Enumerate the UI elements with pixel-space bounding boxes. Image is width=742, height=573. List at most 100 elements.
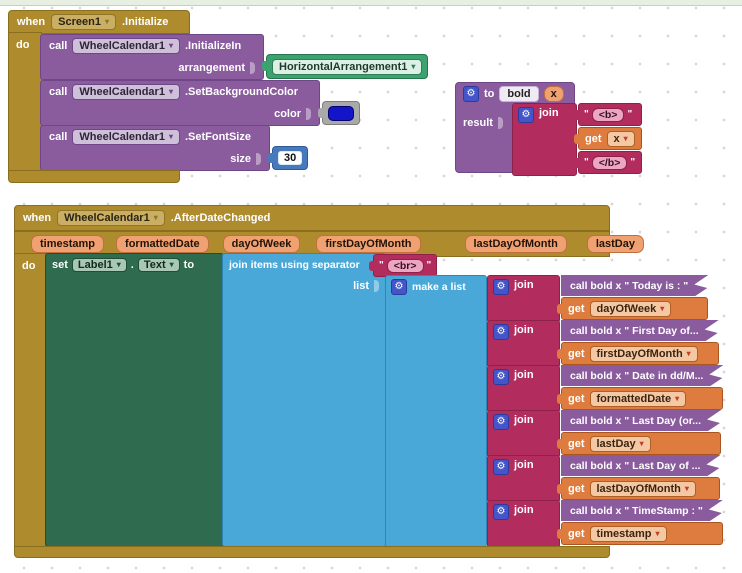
arg-label-color: color: [274, 108, 301, 120]
dropdown-text-property[interactable]: Text ▾: [138, 258, 180, 272]
chevron-down-icon: ▾: [675, 395, 679, 403]
number-block-30[interactable]: 30: [272, 146, 308, 170]
join-block-bold-result[interactable]: ⚙ join " <b> " get x ▾ " </b> ": [512, 103, 642, 176]
chevron-down-icon: ▾: [656, 530, 660, 538]
dropdown-wheelcalendar1[interactable]: WheelCalendar1 ▾: [57, 210, 165, 226]
chevron-down-icon: ▾: [660, 305, 664, 313]
call-block-initializein[interactable]: call WheelCalendar1 ▾ .InitializeIn arra…: [40, 34, 264, 80]
result-label: result: [463, 117, 493, 129]
gear-icon[interactable]: ⚙: [518, 107, 534, 123]
param-pill-lastday[interactable]: lastDay: [587, 235, 644, 253]
dropdown-var[interactable]: firstDayOfMonth ▾: [590, 346, 698, 362]
gear-icon[interactable]: ⚙: [493, 324, 509, 340]
value-socket: [306, 108, 311, 120]
chevron-down-icon: ▾: [685, 485, 689, 493]
make-a-list-block[interactable]: ⚙ make a list: [385, 275, 487, 547]
chevron-down-icon: ▾: [169, 88, 173, 96]
string-block-open-b[interactable]: " <b> ": [578, 103, 642, 126]
procedure-block-bold[interactable]: ⚙ to bold x result ⚙ join " <b> " get x: [455, 82, 575, 173]
collapsed-call-bold-firstday[interactable]: call bold x " First Day of...: [561, 320, 719, 341]
join-label: join: [514, 279, 534, 291]
join-row-3[interactable]: ⚙ join call bold x " Date in dd/M... get…: [487, 365, 723, 413]
dropdown-var[interactable]: dayOfWeek ▾: [590, 301, 672, 317]
get-block-firstdayofmonth[interactable]: get firstDayOfMonth ▾: [561, 342, 719, 365]
call-block-setfontsize[interactable]: call WheelCalendar1 ▾ .SetFontSize size: [40, 125, 270, 171]
get-label: get: [568, 348, 585, 360]
dropdown-wheelcalendar1[interactable]: WheelCalendar1 ▾: [72, 84, 180, 100]
param-pill-dayofweek[interactable]: dayOfWeek: [223, 235, 301, 253]
dropdown-var-x[interactable]: x ▾: [607, 131, 635, 147]
event-header[interactable]: when Screen1 ▾ .Initialize: [8, 10, 190, 34]
component-block-horizontalarrangement1[interactable]: HorizontalArrangement1 ▾: [266, 54, 428, 79]
number-field[interactable]: 30: [278, 151, 302, 165]
dropdown-value: firstDayOfMonth: [597, 348, 683, 360]
chevron-down-icon: ▾: [411, 63, 415, 71]
set-label: set: [52, 259, 68, 271]
color-swatch[interactable]: [328, 106, 354, 121]
dropdown-wheelcalendar1[interactable]: WheelCalendar1 ▾: [72, 129, 180, 145]
dropdown-wheelcalendar1[interactable]: WheelCalendar1 ▾: [72, 38, 180, 54]
join-row-5[interactable]: ⚙ join call bold x " Last Day of ... get…: [487, 455, 720, 503]
color-block-blue[interactable]: [322, 101, 360, 125]
join-row-4[interactable]: ⚙ join call bold x " Last Day (or... get…: [487, 410, 721, 458]
dropdown-var[interactable]: lastDayOfMonth ▾: [590, 481, 696, 497]
event-block-afterdatechanged[interactable]: when WheelCalendar1 ▾ .AfterDateChanged …: [14, 205, 608, 257]
gear-icon[interactable]: ⚙: [493, 369, 509, 385]
string-field[interactable]: <b>: [592, 108, 625, 122]
param-pill-lastdayofmonth[interactable]: lastDayOfMonth: [465, 235, 567, 253]
string-block-close-b[interactable]: " </b> ": [578, 151, 642, 174]
gear-icon[interactable]: ⚙: [463, 86, 479, 102]
set-block-label1-text[interactable]: set Label1 ▾ . Text ▾ to: [45, 253, 224, 547]
gear-icon[interactable]: ⚙: [493, 459, 509, 475]
string-field[interactable]: </b>: [592, 156, 628, 170]
collapsed-call-bold-lastday-ord[interactable]: call bold x " Last Day (or...: [561, 410, 721, 431]
collapsed-call-bold-today[interactable]: call bold x " Today is : ": [561, 275, 708, 296]
param-pill-formatteddate[interactable]: formattedDate: [116, 235, 209, 253]
procedure-name-field[interactable]: bold: [499, 86, 538, 102]
dropdown-var[interactable]: timestamp ▾: [590, 526, 667, 542]
gear-icon[interactable]: ⚙: [493, 414, 509, 430]
get-block-dayofweek[interactable]: get dayOfWeek ▾: [561, 297, 708, 320]
get-block-lastday[interactable]: get lastDay ▾: [561, 432, 721, 455]
string-block-br-separator[interactable]: " <br> ": [373, 254, 437, 277]
event-name-label: .Initialize: [122, 16, 168, 28]
chevron-down-icon: ▾: [169, 133, 173, 141]
dropdown-var[interactable]: formattedDate ▾: [590, 391, 687, 407]
dropdown-horizontalarrangement1[interactable]: HorizontalArrangement1 ▾: [272, 59, 422, 75]
value-socket: [250, 62, 255, 74]
dropdown-value: lastDayOfMonth: [597, 483, 681, 495]
gear-icon[interactable]: ⚙: [391, 279, 407, 295]
quote-mark: ": [584, 157, 589, 168]
collapsed-call-bold-lastdayof[interactable]: call bold x " Last Day of ...: [561, 455, 720, 476]
event-header[interactable]: when WheelCalendar1 ▾ .AfterDateChanged: [14, 205, 610, 231]
dropdown-screen1[interactable]: Screen1 ▾: [51, 14, 116, 30]
call-block-setbackgroundcolor[interactable]: call WheelCalendar1 ▾ .SetBackgroundColo…: [40, 80, 320, 126]
dropdown-var[interactable]: lastDay ▾: [590, 436, 651, 452]
join-row-1[interactable]: ⚙ join call bold x " Today is : " get da…: [487, 275, 708, 323]
quote-mark: ": [627, 109, 632, 120]
event-block-screen1-initialize[interactable]: when Screen1 ▾ .Initialize do call Wheel…: [8, 10, 190, 34]
dropdown-value: Text: [144, 259, 166, 271]
gear-icon[interactable]: ⚙: [493, 504, 509, 520]
join-items-block[interactable]: join items using separator list: [222, 253, 386, 547]
join-row-6[interactable]: ⚙ join call bold x " TimeStamp : " get t…: [487, 500, 723, 548]
string-field[interactable]: <br>: [387, 259, 424, 273]
collapsed-call-bold-dateformat[interactable]: call bold x " Date in dd/M...: [561, 365, 723, 386]
dropdown-value: HorizontalArrangement1: [279, 61, 407, 73]
param-pill-firstdayofmonth[interactable]: firstDayOfMonth: [316, 235, 420, 253]
get-block-lastdayofmonth[interactable]: get lastDayOfMonth ▾: [561, 477, 720, 500]
chevron-down-icon: ▾: [154, 214, 158, 222]
dropdown-label1[interactable]: Label1 ▾: [72, 258, 127, 272]
gear-icon[interactable]: ⚙: [493, 279, 509, 295]
param-pill-timestamp[interactable]: timestamp: [31, 235, 104, 253]
arg-label-size: size: [230, 153, 251, 165]
param-pill-x[interactable]: x: [544, 86, 564, 102]
dropdown-value: lastDay: [597, 438, 636, 450]
dropdown-value: Label1: [78, 259, 113, 271]
get-block-x[interactable]: get x ▾: [578, 127, 642, 150]
get-block-formatteddate[interactable]: get formattedDate ▾: [561, 387, 723, 410]
join-row-2[interactable]: ⚙ join call bold x " First Day of... get…: [487, 320, 719, 368]
get-block-timestamp[interactable]: get timestamp ▾: [561, 522, 723, 545]
collapsed-call-bold-timestamp[interactable]: call bold x " TimeStamp : ": [561, 500, 723, 521]
call-label: call: [49, 86, 67, 98]
